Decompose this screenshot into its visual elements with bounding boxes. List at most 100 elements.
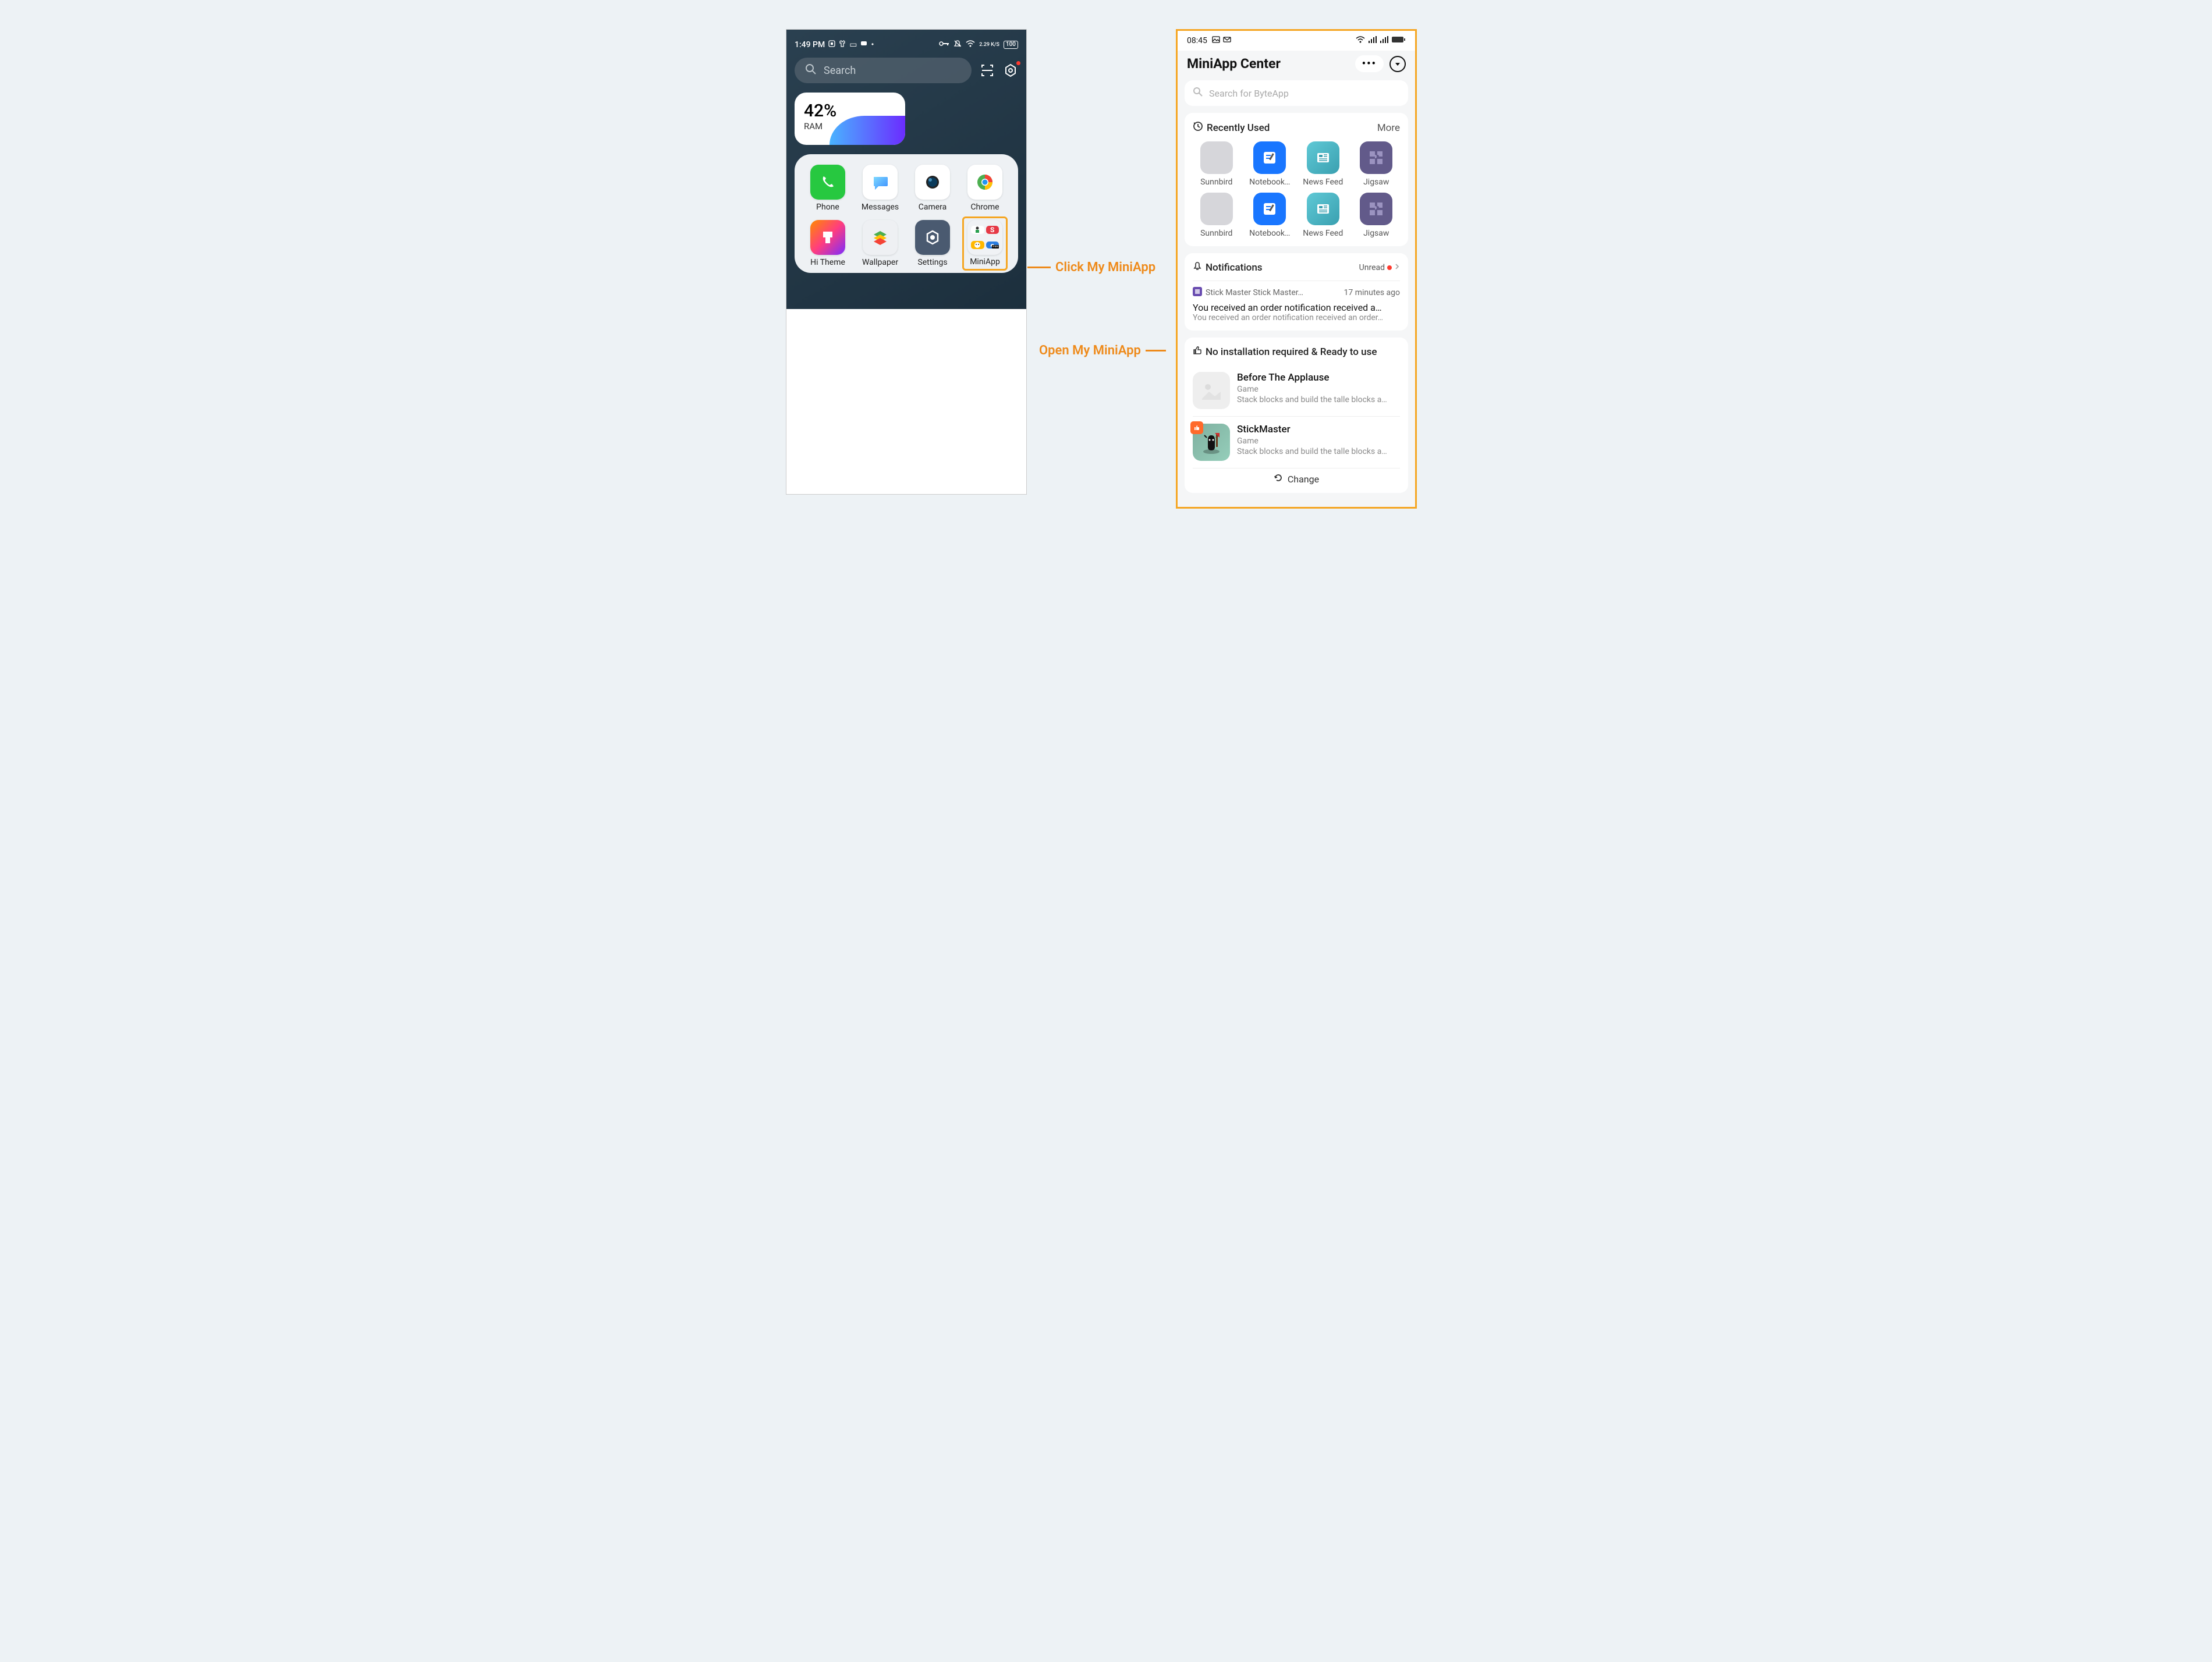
- more-menu-button[interactable]: •••: [1355, 55, 1384, 72]
- app-label: Settings: [917, 258, 947, 267]
- wallpaper-area: 1:49 PM ▭ •: [786, 30, 1026, 309]
- recent-app-jigsaw[interactable]: Jigsaw: [1353, 141, 1401, 187]
- unread-link[interactable]: Unread: [1359, 263, 1400, 272]
- notif-subtitle: You received an order notification recei…: [1193, 313, 1400, 322]
- notebook-icon: [1253, 141, 1286, 174]
- ready-desc: Stack blocks and build the talle blocks …: [1237, 447, 1400, 456]
- more-link[interactable]: More: [1377, 122, 1400, 134]
- refresh-icon: [1274, 474, 1285, 485]
- app-camera[interactable]: Camera: [906, 165, 959, 212]
- recent-app-notebook[interactable]: Notebook…: [1246, 141, 1294, 187]
- notification-item[interactable]: Stick Master Stick Master… 17 minutes ag…: [1193, 280, 1400, 322]
- app-label: Camera: [919, 203, 947, 212]
- stickmaster-icon: [1193, 424, 1230, 461]
- app-messages[interactable]: Messages: [854, 165, 906, 212]
- signal-icon: [1369, 36, 1377, 45]
- hot-badge: [1190, 421, 1203, 434]
- section-title: No installation required & Ready to use: [1206, 346, 1377, 358]
- mail-icon: [1223, 35, 1231, 46]
- shirt-icon: [839, 40, 846, 49]
- recent-app-newsfeed-2[interactable]: News Feed: [1299, 193, 1347, 238]
- recent-app-newsfeed[interactable]: News Feed: [1299, 141, 1347, 187]
- annotation-open: Open My MiniApp: [1039, 343, 1166, 358]
- sim-icon: [828, 40, 835, 49]
- ready-category: Game: [1237, 436, 1400, 446]
- dot-icon: •: [871, 40, 874, 49]
- notifications-card: Notifications Unread Stick Mas: [1185, 253, 1408, 331]
- scan-icon[interactable]: [980, 63, 995, 78]
- settings-app-icon: [915, 220, 950, 255]
- thumbsup-icon: [1193, 346, 1202, 358]
- jigsaw-icon: [1360, 193, 1392, 225]
- app-label: Chrome: [970, 203, 999, 212]
- notif-app-icon: [1193, 287, 1202, 299]
- change-button[interactable]: Change: [1193, 468, 1400, 485]
- history-icon: [1193, 121, 1203, 134]
- miniapp-header: MiniApp Center •••: [1178, 51, 1415, 80]
- app-hitheme[interactable]: Hi Theme: [802, 220, 854, 267]
- status-bar: 1:49 PM ▭ •: [795, 38, 1018, 52]
- phone-icon: [810, 165, 845, 200]
- status-bar: 08:45: [1178, 31, 1415, 51]
- key-icon: [939, 40, 949, 49]
- chevron-right-icon: [1394, 263, 1400, 272]
- status-time: 08:45: [1187, 36, 1207, 45]
- page-title: MiniApp Center: [1187, 56, 1281, 72]
- recently-used-card: Recently Used More Sunnbird Notebook…: [1185, 113, 1408, 246]
- section-title: Notifications: [1206, 262, 1263, 274]
- ready-name: Before The Applause: [1237, 372, 1400, 383]
- search-placeholder: Search for ByteApp: [1209, 88, 1289, 99]
- unread-dot: [1387, 265, 1392, 270]
- picture-icon: [1212, 35, 1220, 46]
- app-icon-placeholder: [1193, 372, 1230, 409]
- status-time: 1:49 PM: [795, 40, 825, 49]
- app-dock: Phone Messages Camera: [795, 154, 1018, 273]
- recent-app-sunnbird[interactable]: Sunnbird: [1193, 141, 1240, 187]
- mute-icon: [953, 40, 962, 50]
- recent-app-jigsaw-2[interactable]: Jigsaw: [1353, 193, 1401, 238]
- settings-icon[interactable]: [1003, 63, 1018, 78]
- ready-item-stickmaster[interactable]: StickMaster Game Stack blocks and build …: [1193, 417, 1400, 468]
- app-label: Messages: [862, 203, 899, 212]
- net-speed: 2.29 K/S: [979, 42, 999, 48]
- notif-app-name: Stick Master Stick Master…: [1206, 288, 1303, 297]
- app-chrome[interactable]: Chrome: [959, 165, 1011, 212]
- battery-icon: [1392, 36, 1406, 45]
- signal-icon-2: [1380, 36, 1388, 45]
- recent-app-sunnbird-2[interactable]: Sunnbird: [1193, 193, 1240, 238]
- miniapp-folder-icon: S mini: [967, 220, 1002, 255]
- app-phone[interactable]: Phone: [802, 165, 854, 212]
- app-icon-placeholder: [1200, 193, 1233, 225]
- app-label: Hi Theme: [810, 258, 845, 267]
- message-icon: [860, 40, 867, 49]
- miniapp-search-input[interactable]: Search for ByteApp: [1185, 80, 1408, 106]
- app-settings[interactable]: Settings: [906, 220, 959, 267]
- app-icon-placeholder: [1200, 141, 1233, 174]
- recent-app-notebook-2[interactable]: Notebook…: [1246, 193, 1294, 238]
- card-icon: ▭: [849, 40, 857, 49]
- newsfeed-icon: [1307, 141, 1339, 174]
- battery-indicator: 100: [1004, 41, 1018, 49]
- app-wallpaper[interactable]: Wallpaper: [854, 220, 906, 267]
- app-label: Wallpaper: [862, 258, 898, 267]
- newsfeed-icon: [1307, 193, 1339, 225]
- ready-category: Game: [1237, 385, 1400, 394]
- bell-icon: [1193, 261, 1202, 274]
- ram-widget[interactable]: 42% RAM: [795, 93, 905, 145]
- chrome-icon: [967, 165, 1002, 200]
- search-input[interactable]: Search: [795, 58, 972, 83]
- dropdown-button[interactable]: [1389, 56, 1406, 72]
- miniapp-highlight: S mini MiniApp: [962, 216, 1008, 271]
- camera-icon: [915, 165, 950, 200]
- wifi-icon: [966, 40, 975, 49]
- notif-title: You received an order notification recei…: [1193, 302, 1400, 313]
- search-icon: [805, 63, 817, 78]
- miniapp-center-screen: 08:45 M: [1176, 29, 1417, 509]
- notebook-icon: [1253, 193, 1286, 225]
- wallpaper-icon: [863, 220, 898, 255]
- notification-dot: [1016, 61, 1020, 65]
- hitheme-icon: [810, 220, 845, 255]
- app-miniapp-folder[interactable]: S mini MiniApp: [959, 220, 1011, 267]
- ready-item-applause[interactable]: Before The Applause Game Stack blocks an…: [1193, 365, 1400, 417]
- search-placeholder: Search: [824, 65, 856, 77]
